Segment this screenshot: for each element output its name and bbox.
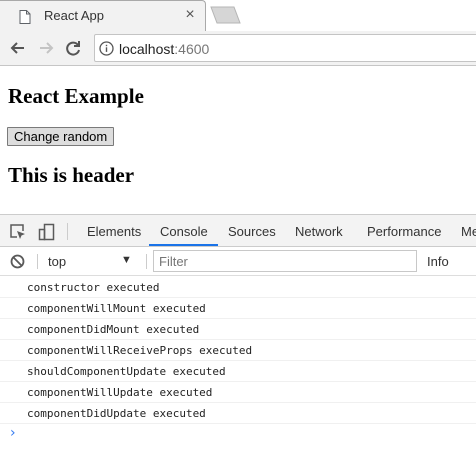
toolbar-divider [146,254,147,269]
log-level-select[interactable]: Info [427,254,449,269]
tab-elements[interactable]: Elements [87,224,141,239]
tab-console[interactable]: Console [160,224,208,239]
console-message: componentWillMount executed [0,298,476,319]
console-message: shouldComponentUpdate executed [0,361,476,382]
page-header-text: This is header [8,163,135,187]
tab-sources[interactable]: Sources [228,224,276,239]
console-message: componentDidUpdate executed [0,403,476,424]
new-tab-button[interactable] [208,6,242,24]
filter-input[interactable] [153,250,417,272]
info-icon[interactable] [99,41,114,56]
reload-icon[interactable] [63,38,83,58]
devtools-tabbar: Elements Console Sources Network Perform… [0,215,476,247]
browser-tab[interactable]: React App × [0,0,206,31]
page-title: React Example [8,84,144,108]
document-icon [19,10,31,24]
active-tab-indicator [149,244,218,246]
change-random-button[interactable]: Change random [7,127,115,146]
url-text: localhost:4600 [119,41,209,57]
devtools-panel: Elements Console Sources Network Perform… [0,214,476,464]
tab-strip: React App × [0,0,476,31]
clear-console-icon[interactable] [10,254,25,269]
console-toolbar: top ▼ Info [0,247,476,276]
tab-close-icon[interactable]: × [183,6,197,24]
forward-icon[interactable] [36,38,56,58]
url-port: :4600 [174,41,210,57]
console-message: constructor executed [0,277,476,298]
console-message: componentWillReceiveProps executed [0,340,476,361]
console-prompt-icon[interactable]: › [10,425,16,441]
back-icon[interactable] [8,38,28,58]
toolbar-divider [37,254,38,269]
console-output: constructor executed componentWillMount … [0,277,476,424]
context-select[interactable]: top [48,254,66,269]
device-toolbar-icon[interactable] [38,223,56,241]
chevron-down-icon[interactable]: ▼ [121,254,132,266]
url-host: localhost [119,41,175,57]
address-bar[interactable]: localhost:4600 [94,34,476,62]
tabbar-divider [67,223,68,240]
tab-network[interactable]: Network [295,224,343,239]
tab-more[interactable]: Me [461,224,476,239]
browser-toolbar: localhost:4600 [0,31,476,66]
inspect-element-icon[interactable] [9,223,27,241]
console-message: componentWillUpdate executed [0,382,476,403]
console-message: componentDidMount executed [0,319,476,340]
tab-performance[interactable]: Performance [367,224,441,239]
tab-title: React App [44,8,104,23]
